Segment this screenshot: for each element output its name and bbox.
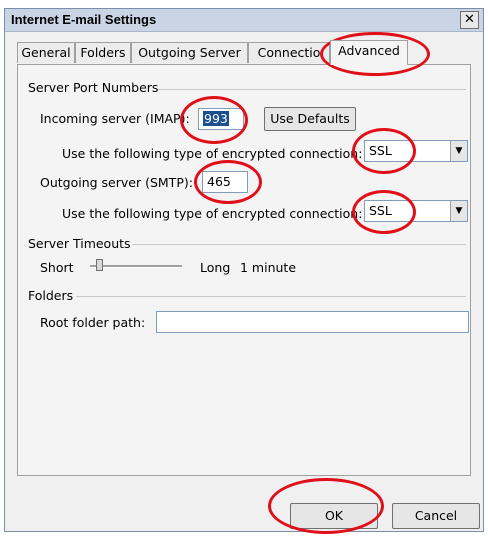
tab-label: Connectio <box>257 45 321 60</box>
group-divider <box>76 296 466 297</box>
group-divider <box>132 244 466 245</box>
incoming-server-label: Incoming server (IMAP): <box>40 111 190 126</box>
incoming-encryption-value: SSL <box>369 143 392 158</box>
timeout-slider-thumb[interactable] <box>96 259 104 271</box>
outgoing-encryption-value: SSL <box>369 203 392 218</box>
tab-connection[interactable]: Connectio <box>248 42 330 63</box>
tab-label: Folders <box>80 45 126 60</box>
timeout-value: 1 minute <box>240 260 297 275</box>
window-title: Internet E-mail Settings <box>11 12 157 27</box>
root-folder-label: Root folder path: <box>40 315 146 330</box>
server-ports-heading: Server Port Numbers <box>28 80 159 95</box>
ok-label: OK <box>324 508 344 523</box>
tab-outgoing-server[interactable]: Outgoing Server <box>131 42 248 63</box>
timeout-long-label: Long <box>200 260 231 275</box>
root-folder-input[interactable] <box>156 311 469 333</box>
chevron-down-icon: ▼ <box>450 141 467 161</box>
outgoing-encryption-select[interactable]: SSL ▼ <box>364 200 468 222</box>
use-defaults-label: Use Defaults <box>270 111 350 126</box>
chevron-down-icon: ▼ <box>450 201 467 221</box>
folders-heading: Folders <box>28 288 74 303</box>
tab-label: Advanced <box>338 43 400 58</box>
tab-folders[interactable]: Folders <box>75 42 131 63</box>
timeout-short-label: Short <box>40 260 74 275</box>
outgoing-port-value: 465 <box>207 174 231 189</box>
tab-general[interactable]: General <box>17 42 75 63</box>
tab-label: Outgoing Server <box>138 45 241 60</box>
cancel-label: Cancel <box>414 508 458 523</box>
tab-advanced[interactable]: Advanced <box>330 40 408 65</box>
incoming-port-value: 993 <box>203 111 229 126</box>
title-bar: Internet E-mail Settings ✕ <box>5 9 483 32</box>
close-button[interactable]: ✕ <box>460 11 479 29</box>
group-divider <box>158 89 466 90</box>
outgoing-port-input[interactable]: 465 <box>202 171 248 193</box>
close-icon: ✕ <box>464 12 475 27</box>
timeouts-heading: Server Timeouts <box>28 236 131 251</box>
use-defaults-button[interactable]: Use Defaults <box>264 107 356 131</box>
outgoing-encryption-label: Use the following type of encrypted conn… <box>62 206 363 221</box>
cancel-button[interactable]: Cancel <box>392 503 480 529</box>
incoming-encryption-label: Use the following type of encrypted conn… <box>62 146 363 161</box>
tab-label: General <box>21 45 71 60</box>
ok-button[interactable]: OK <box>290 503 378 529</box>
incoming-encryption-select[interactable]: SSL ▼ <box>364 140 468 162</box>
outgoing-server-label: Outgoing server (SMTP): <box>40 175 193 190</box>
timeout-slider[interactable] <box>90 265 182 268</box>
incoming-port-input[interactable]: 993 <box>198 108 244 130</box>
